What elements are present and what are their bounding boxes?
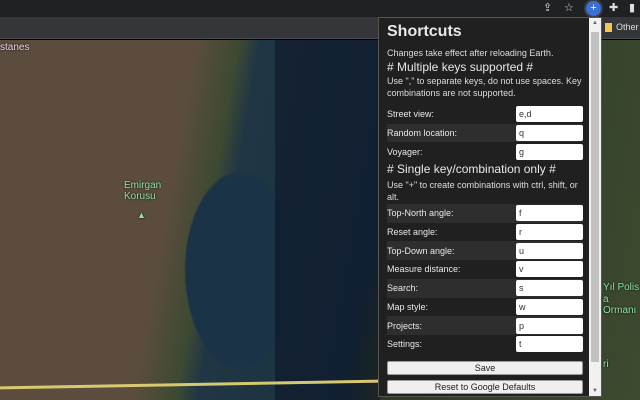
shortcut-input[interactable]: t [516,336,583,353]
shortcut-row: Street view: e,d [387,105,583,124]
shortcut-label: Top-North angle: [387,208,454,219]
map-label: Korusu [124,191,156,202]
side-panel-icon[interactable]: ▮ [629,1,635,16]
shortcut-label: Measure distance: [387,264,461,275]
map-label: a Ormanı [603,294,637,316]
scroll-down-arrow-icon[interactable]: ▼ [589,388,601,394]
map-label: stanes [0,42,30,53]
shortcuts-popup: Shortcuts Changes take effect after relo… [378,17,602,397]
shortcut-row: Top-North angle: f [387,204,583,223]
shortcut-input[interactable]: e,d [516,106,583,123]
shortcut-label: Voyager: [387,146,423,157]
shortcut-label: Settings: [387,339,423,350]
share-icon[interactable]: ⇪ [543,1,552,16]
shortcut-row: Search: s [387,278,583,298]
map-label: Yıl Polis [603,282,640,293]
shortcut-input[interactable]: q [516,125,583,142]
shortcut-label: Random location: [387,128,458,139]
shortcut-label: Reset angle: [387,227,438,238]
popup-title: Shortcuts [387,23,462,40]
reset-defaults-button[interactable]: Reset to Google Defaults [387,379,583,394]
shortcut-input[interactable]: s [516,280,583,297]
map-tile-shade [275,40,380,400]
shortcut-row: Map style: w [387,298,583,317]
shortcut-row: Projects: p [387,316,583,335]
other-bookmarks[interactable]: Other [605,22,639,33]
reload-note: Changes take effect after reloading Eart… [387,48,554,58]
park-pin-icon[interactable]: ▲ [137,210,146,220]
shortcut-row: Top-Down angle: u [387,241,583,261]
map-label: Emirgan [124,180,162,191]
shortcut-input[interactable]: u [516,242,583,259]
shortcut-input[interactable]: r [516,224,583,241]
shortcut-input[interactable]: w [516,298,583,315]
browser-toolbar: ⇪ ☆ + ✚ ▮ [0,0,640,17]
folder-icon [605,23,612,33]
shortcut-input[interactable]: v [516,261,583,278]
scroll-up-arrow-icon[interactable]: ▲ [589,20,601,26]
shortcut-input[interactable]: f [516,205,583,222]
shortcut-row: Reset angle: r [387,223,583,242]
shortcut-label: Street view: [387,109,435,120]
single-key-desc: Use "+" to create combinations with ctrl… [387,180,578,203]
multi-keys-header: # Multiple keys supported # [387,60,534,74]
shortcut-label: Map style: [387,301,429,312]
shortcut-label: Top-Down angle: [387,245,455,256]
map-label: ri [603,359,609,370]
shortcut-row: Settings: t [387,335,583,354]
single-key-header: # Single key/combination only # [387,162,556,177]
shortcut-label: Projects: [387,320,423,331]
shortcut-row: Voyager: g [387,142,583,161]
shortcut-row: Random location: q [387,123,583,143]
shortcut-input[interactable]: p [516,317,583,334]
shortcut-row: Measure distance: v [387,260,583,279]
bookmark-star-icon[interactable]: ☆ [564,1,574,16]
scrollbar-thumb[interactable] [591,32,599,362]
shortcut-label: Search: [387,283,419,294]
shortcut-input[interactable]: g [516,143,583,160]
scrollbar[interactable]: ▲ ▼ [589,18,601,396]
earth-plus-icon[interactable]: + [586,1,601,16]
save-button[interactable]: Save [387,360,583,375]
other-bookmarks-label: Other [616,22,639,32]
extensions-puzzle-icon[interactable]: ✚ [609,1,618,16]
multi-keys-desc: Use "," to separate keys, do not use spa… [387,76,582,98]
